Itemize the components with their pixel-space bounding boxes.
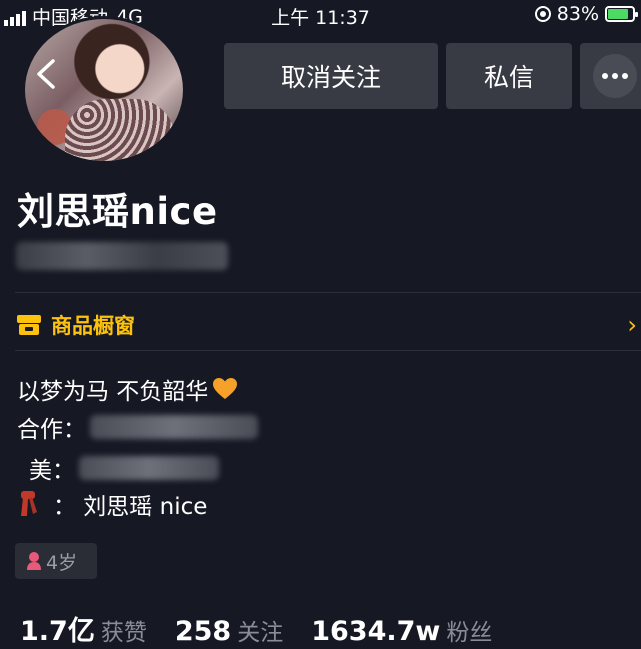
likes-label: 获赞 xyxy=(100,620,147,646)
message-button[interactable]: 私信 xyxy=(446,43,572,109)
bio-line-3: 美： xyxy=(17,451,219,485)
unfollow-button[interactable]: 取消关注 xyxy=(224,43,438,109)
stats-row: 1.7亿 获赞 258 关注 1634.7w 粉丝 xyxy=(20,609,520,648)
orientation-lock-icon xyxy=(534,6,551,22)
back-arrow-icon xyxy=(37,59,55,89)
status-right: 83% xyxy=(534,3,638,25)
chevron-right-icon: › xyxy=(627,311,637,339)
blurred-contact-1 xyxy=(90,415,258,439)
divider-top xyxy=(15,292,641,293)
shop-window-row[interactable]: 商品橱窗 › xyxy=(17,303,641,347)
back-button[interactable] xyxy=(20,50,72,98)
bio-name-text: ： 刘思瑶 nice xyxy=(53,494,208,520)
avatar-dress xyxy=(65,99,175,161)
age-text: 4岁 xyxy=(46,551,78,574)
blurred-contact-2 xyxy=(79,456,219,480)
battery-icon xyxy=(605,6,638,22)
more-dots-icon xyxy=(593,54,637,98)
bio-line-4: ： 刘思瑶 nice xyxy=(17,487,207,521)
divider-bottom xyxy=(15,350,641,351)
followers-label[interactable]: 粉丝 xyxy=(446,613,492,647)
heart-icon xyxy=(213,378,238,399)
shop-window-label: 商品橱窗 xyxy=(51,314,135,338)
blurred-user-id xyxy=(16,242,228,270)
likes-count: 1.7亿 xyxy=(20,616,95,647)
battery-percent: 83% xyxy=(556,3,599,25)
bio-line-1: 以梦为马 不负韶华 xyxy=(17,372,238,406)
followers-count[interactable]: 1634.7w xyxy=(311,616,440,647)
username: 刘思瑶nice xyxy=(17,190,218,233)
scarf-icon xyxy=(21,491,37,516)
bio-motto: 以梦为马 不负韶华 xyxy=(17,379,209,405)
bio-cooperation-label: 合作： xyxy=(17,417,86,443)
female-icon xyxy=(27,552,41,570)
bio-beauty-label: 美： xyxy=(29,458,75,484)
bio-line-2: 合作： xyxy=(17,410,258,444)
following-label[interactable]: 关注 xyxy=(237,613,283,647)
more-button[interactable] xyxy=(580,43,641,109)
following-count[interactable]: 258 xyxy=(175,616,231,647)
age-tag: 4岁 xyxy=(15,543,97,579)
shop-icon xyxy=(17,315,41,335)
